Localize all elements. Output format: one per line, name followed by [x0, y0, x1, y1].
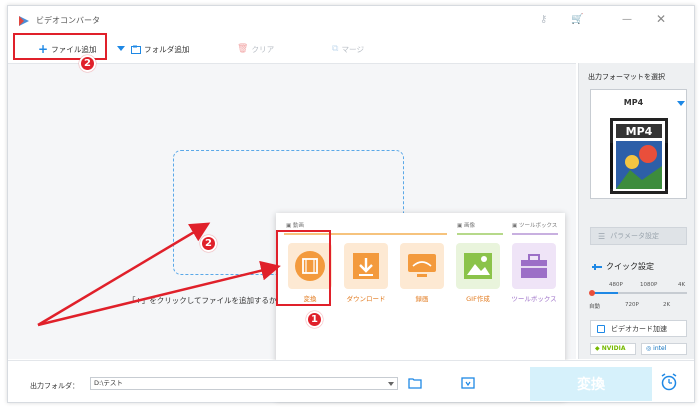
quality-slider-handle[interactable]	[589, 290, 595, 296]
bottom-bar: 出力フォルダ： D:\テスト 変換	[8, 360, 694, 402]
step-badge-2-toolbar: 2	[79, 55, 96, 72]
output-folder-dropdown-icon[interactable]	[388, 382, 394, 386]
tool-gif[interactable]	[456, 243, 500, 289]
step-badge-2-dropzone: 2	[200, 235, 217, 252]
tool-record[interactable]	[400, 243, 444, 289]
section-label-video: ▣ 動画	[286, 223, 304, 229]
section-label-image: ▣ 画像	[457, 223, 475, 229]
key-icon[interactable]: ⚷	[540, 14, 547, 25]
cart-icon[interactable]: 🛒	[571, 14, 583, 25]
clear-label: クリア	[251, 44, 275, 54]
add-folder-button[interactable]: フォルダ追加	[131, 42, 190, 56]
section-line-toolbox	[512, 233, 558, 235]
mp4-format-icon: MP4	[610, 118, 668, 194]
folder-icon	[131, 45, 141, 54]
title-bar: ビデオコンバータ ⚷ 🛒 — ✕	[8, 6, 694, 34]
annotation-box-convert	[276, 230, 331, 306]
tool-gif-label: GIF作成	[466, 295, 490, 303]
tool-toolbox[interactable]	[512, 243, 556, 289]
parameter-settings-label: パラメータ設定	[610, 232, 659, 240]
window-title: ビデオコンバータ	[36, 16, 100, 25]
tool-download[interactable]	[344, 243, 388, 289]
file-drop-area[interactable]: 「+」をクリックしてファイルを追加するか ▣ 動画 ▣ 画像 ▣ ツールボックス	[8, 63, 576, 399]
minimize-icon[interactable]: —	[622, 14, 632, 25]
convert-button[interactable]: 変換	[530, 367, 652, 401]
nvidia-badge: ◆ NVIDIA	[590, 343, 636, 355]
close-icon[interactable]: ✕	[656, 12, 666, 26]
slider-label-auto: 自動	[589, 304, 601, 310]
step-badge-1-convert: 1	[306, 311, 323, 328]
output-format-panel: 出力フォーマットを選択 MP4 MP4 ☰ パラメータ設定 クイック設定 480…	[578, 63, 694, 359]
output-folder-label: 出力フォルダ：	[30, 382, 79, 390]
output-format-header: 出力フォーマットを選択	[588, 73, 665, 81]
screen-record-icon	[408, 254, 436, 277]
format-name: MP4	[623, 98, 644, 107]
slider-label-480p: 480P	[609, 282, 623, 288]
gpu-acceleration-button[interactable]: ビデオカード加速	[590, 320, 687, 337]
tool-record-label: 録画	[415, 295, 429, 303]
merge-button[interactable]: ⧉ マージ	[332, 42, 364, 56]
add-file-dropdown-icon[interactable]	[117, 46, 125, 51]
section-line-image	[457, 233, 503, 235]
intel-badge: ◎ intel	[641, 343, 687, 355]
slider-label-1080p: 1080P	[640, 282, 658, 288]
slider-label-2k: 2K	[663, 302, 671, 308]
quick-settings: クイック設定	[592, 261, 654, 272]
slider-label-720p: 720P	[625, 302, 639, 308]
sliders-icon: ☰	[598, 231, 606, 241]
image-icon	[464, 253, 492, 279]
output-folder-field[interactable]: D:\テスト	[90, 377, 398, 390]
tool-toolbox-label: ツールボックス	[511, 295, 557, 303]
format-selector[interactable]: MP4 MP4	[590, 89, 687, 199]
tool-download-label: ダウンロード	[346, 295, 386, 303]
browse-folder-icon[interactable]	[408, 377, 422, 389]
mp4-badge-text: MP4	[626, 125, 653, 138]
alarm-clock-icon[interactable]	[660, 373, 678, 391]
merge-label: マージ	[341, 44, 365, 54]
quick-settings-icon	[592, 263, 602, 270]
parameter-settings-button[interactable]: ☰ パラメータ設定	[590, 227, 687, 245]
open-folder-icon[interactable]	[461, 377, 475, 389]
gpu-acceleration-label: ビデオカード加速	[611, 324, 667, 333]
trash-icon: 🗑	[237, 44, 249, 54]
add-file-hint: 「+」をクリックしてファイルを追加するか	[128, 296, 277, 305]
format-dropdown-icon[interactable]	[677, 101, 685, 106]
slider-label-4k: 4K	[678, 282, 686, 288]
convert-label: 変換	[577, 377, 605, 393]
download-icon	[353, 253, 379, 279]
merge-icon: ⧉	[332, 44, 339, 54]
app-window: ビデオコンバータ ⚷ 🛒 — ✕ + ファイル追加 フォルダ追加 🗑 クリア ⧉…	[7, 5, 695, 403]
section-label-toolbox: ▣ ツールボックス	[512, 223, 558, 229]
quality-slider[interactable]	[589, 290, 687, 296]
add-folder-label: フォルダ追加	[144, 44, 190, 54]
gpu-chip-icon	[597, 324, 605, 333]
app-logo-icon	[19, 16, 29, 26]
toolbox-icon	[521, 254, 547, 278]
output-folder-path: D:\テスト	[94, 379, 123, 387]
clear-button[interactable]: 🗑 クリア	[237, 42, 274, 56]
quick-settings-label: クイック設定	[606, 262, 654, 271]
